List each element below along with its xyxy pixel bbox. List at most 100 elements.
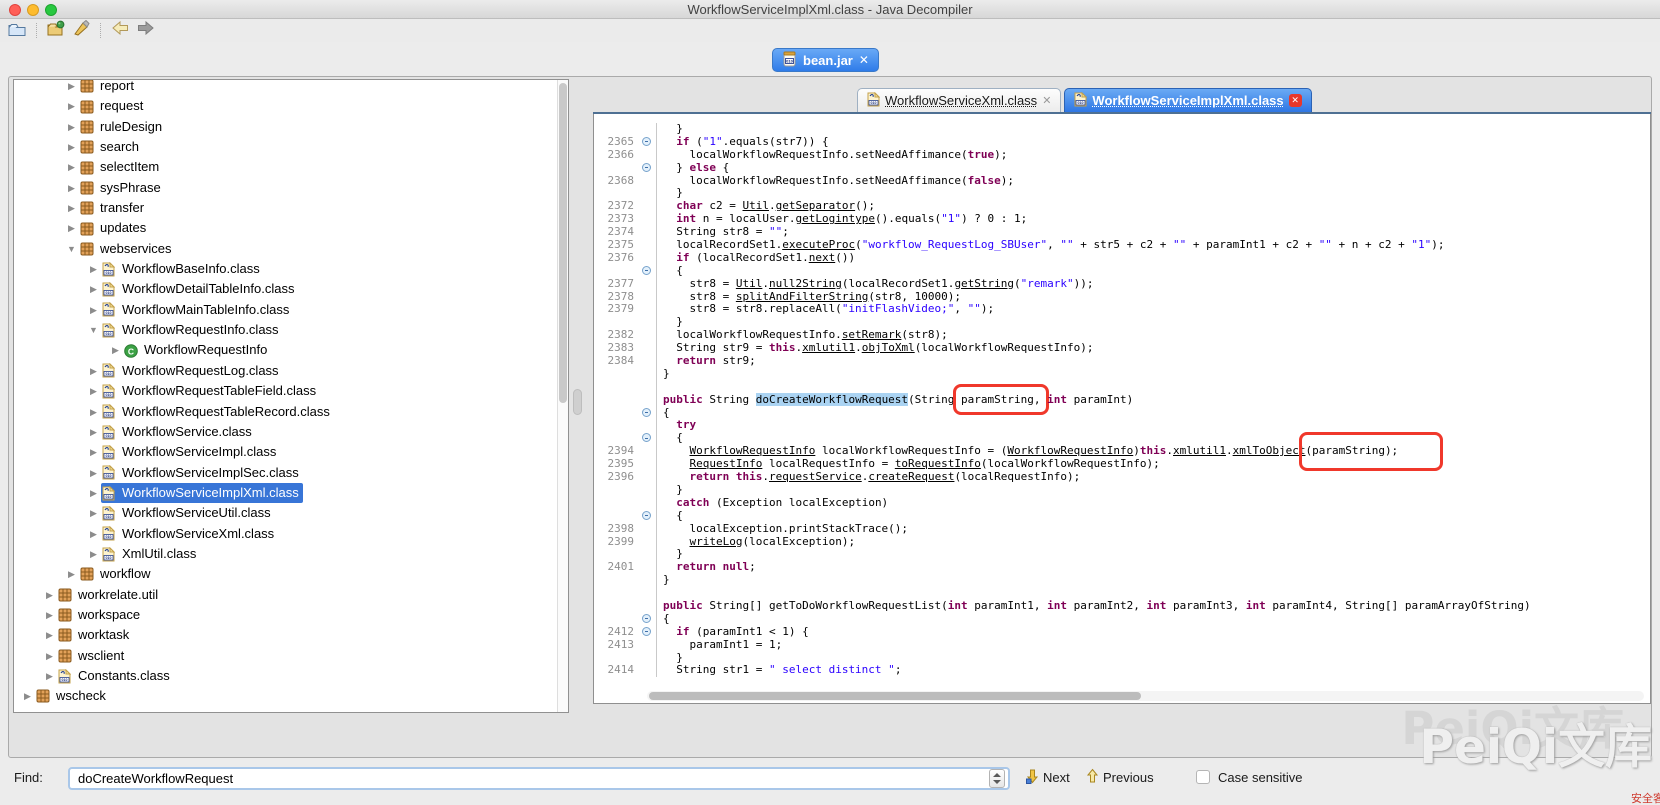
tab-bean-jar[interactable]: 010 bean.jar ✕: [772, 48, 879, 72]
triangle-right-icon[interactable]: ▶: [42, 646, 57, 666]
triangle-right-icon[interactable]: ▶: [86, 524, 101, 544]
tree-item-label: WorkflowBaseInfo.class: [122, 259, 260, 279]
code-horizontal-scrollbar[interactable]: [647, 691, 1644, 701]
tree-item[interactable]: ▶010Constants.class: [14, 666, 568, 686]
triangle-right-icon[interactable]: ▶: [108, 340, 123, 360]
triangle-right-icon[interactable]: ▶: [42, 585, 57, 605]
tree-item[interactable]: ▶010WorkflowRequestLog.class: [14, 361, 568, 381]
triangle-right-icon[interactable]: ▶: [86, 422, 101, 442]
triangle-right-icon[interactable]: ▶: [86, 300, 101, 320]
splitter-handle[interactable]: [573, 389, 582, 415]
back-button[interactable]: [110, 22, 130, 40]
tree-item[interactable]: ▶CWorkflowRequestInfo: [14, 340, 568, 360]
collapse-minus-icon[interactable]: [642, 614, 651, 623]
triangle-right-icon[interactable]: ▶: [64, 564, 79, 584]
package-tree-panel[interactable]: ▶report▶request▶ruleDesign▶search▶select…: [13, 79, 569, 713]
collapse-minus-icon[interactable]: [642, 137, 651, 146]
tree-item[interactable]: ▶sysPhrase: [14, 178, 568, 198]
close-jar-tab-button[interactable]: ✕: [859, 53, 869, 67]
tree-item[interactable]: ▶ruleDesign: [14, 117, 568, 137]
triangle-down-icon[interactable]: ▼: [86, 320, 101, 340]
tree-item[interactable]: ▼webservices: [14, 239, 568, 259]
line-number: [594, 407, 641, 420]
code-scrollbar-thumb[interactable]: [649, 692, 1141, 700]
open-file-button[interactable]: [7, 22, 27, 40]
tree-item[interactable]: ▶selectItem: [14, 157, 568, 177]
triangle-right-icon[interactable]: ▶: [64, 79, 79, 96]
triangle-right-icon[interactable]: ▶: [86, 442, 101, 462]
triangle-right-icon[interactable]: ▶: [64, 117, 79, 137]
triangle-right-icon[interactable]: ▶: [64, 218, 79, 238]
case-sensitive-checkbox[interactable]: [1196, 770, 1210, 784]
triangle-right-icon[interactable]: ▶: [42, 625, 57, 645]
triangle-right-icon[interactable]: ▶: [64, 96, 79, 116]
triangle-right-icon[interactable]: ▶: [86, 361, 101, 381]
triangle-right-icon[interactable]: ▶: [86, 259, 101, 279]
open-jar-button[interactable]: [46, 22, 66, 40]
class-icon: C: [124, 343, 139, 359]
tree-item[interactable]: ▶wsclient: [14, 646, 568, 666]
collapse-minus-icon[interactable]: [642, 433, 651, 442]
tree-item[interactable]: ▶010XmlUtil.class: [14, 544, 568, 564]
collapse-minus-icon[interactable]: [642, 511, 651, 520]
tree-item[interactable]: ▶workspace: [14, 605, 568, 625]
tree-item[interactable]: ▶010WorkflowServiceUtil.class: [14, 503, 568, 523]
triangle-right-icon[interactable]: ▶: [20, 686, 35, 706]
tree-item-label: workrelate.util: [78, 585, 158, 605]
triangle-right-icon[interactable]: ▶: [64, 198, 79, 218]
line-number: 2384: [594, 355, 641, 368]
tree-item[interactable]: ▶010WorkflowServiceImpl.class: [14, 442, 568, 462]
collapse-minus-icon[interactable]: [642, 627, 651, 636]
tree-item[interactable]: ▶010WorkflowBaseInfo.class: [14, 259, 568, 279]
tree-item[interactable]: ▶transfer: [14, 198, 568, 218]
tree-item[interactable]: ▶updates: [14, 218, 568, 238]
triangle-down-icon[interactable]: ▼: [64, 239, 79, 259]
collapse-minus-icon[interactable]: [642, 266, 651, 275]
tree-item[interactable]: ▶search: [14, 137, 568, 157]
tree-vertical-scrollbar[interactable]: [557, 80, 568, 712]
tree-item[interactable]: ▶ workrelate.util: [14, 585, 568, 605]
tree-scrollbar-thumb[interactable]: [559, 83, 567, 403]
tree-item[interactable]: ▶010WorkflowServiceImplXml.class: [14, 483, 568, 503]
annotation-red-box: paramString,: [953, 384, 1048, 415]
fold-column: [641, 329, 656, 342]
triangle-right-icon[interactable]: ▶: [86, 463, 101, 483]
find-input[interactable]: [68, 767, 1010, 790]
forward-button[interactable]: [135, 22, 155, 40]
tree-item[interactable]: ▶report: [14, 79, 568, 96]
tree-item[interactable]: ▶worktask: [14, 625, 568, 645]
triangle-right-icon[interactable]: ▶: [42, 666, 57, 686]
collapse-minus-icon[interactable]: [642, 408, 651, 417]
find-next-button[interactable]: Next: [1026, 768, 1070, 787]
tree-item[interactable]: ▶010WorkflowMainTableInfo.class: [14, 300, 568, 320]
search-types-button[interactable]: [71, 22, 91, 40]
tree-item[interactable]: ▼010WorkflowRequestInfo.class: [14, 320, 568, 340]
tree-item[interactable]: ▶010WorkflowService.class: [14, 422, 568, 442]
tree-item[interactable]: ▶request: [14, 96, 568, 116]
tree-item[interactable]: ▶010WorkflowServiceXml.class: [14, 524, 568, 544]
triangle-right-icon[interactable]: ▶: [86, 381, 101, 401]
triangle-right-icon[interactable]: ▶: [86, 503, 101, 523]
collapse-minus-icon[interactable]: [642, 163, 651, 172]
triangle-right-icon[interactable]: ▶: [86, 544, 101, 564]
close-tab-button[interactable]: ✕: [1042, 94, 1051, 107]
triangle-right-icon[interactable]: ▶: [64, 157, 79, 177]
triangle-right-icon[interactable]: ▶: [86, 402, 101, 422]
triangle-right-icon[interactable]: ▶: [86, 483, 101, 503]
tree-item[interactable]: ▶wscheck: [14, 686, 568, 706]
tree-item[interactable]: ▶010WorkflowRequestTableField.class: [14, 381, 568, 401]
find-previous-button[interactable]: Previous: [1086, 768, 1154, 787]
triangle-right-icon[interactable]: ▶: [64, 137, 79, 157]
triangle-right-icon[interactable]: ▶: [86, 279, 101, 299]
tree-item[interactable]: ▶010WorkflowServiceImplSec.class: [14, 463, 568, 483]
find-history-stepper[interactable]: [989, 769, 1005, 788]
editor-tab[interactable]: 010WorkflowServiceImplXml.class✕: [1064, 88, 1311, 112]
close-tab-button[interactable]: ✕: [1289, 94, 1302, 107]
tree-item[interactable]: ▶workflow: [14, 564, 568, 584]
triangle-right-icon[interactable]: ▶: [64, 178, 79, 198]
tree-item[interactable]: ▶010WorkflowRequestTableRecord.class: [14, 402, 568, 422]
tree-item[interactable]: ▶010WorkflowDetailTableInfo.class: [14, 279, 568, 299]
triangle-right-icon[interactable]: ▶: [42, 605, 57, 625]
editor-tab[interactable]: 010WorkflowServiceXml.class✕: [857, 88, 1061, 112]
code-panel[interactable]: }2365 if ("1".equals(str7)) {2366 localW…: [593, 114, 1651, 704]
